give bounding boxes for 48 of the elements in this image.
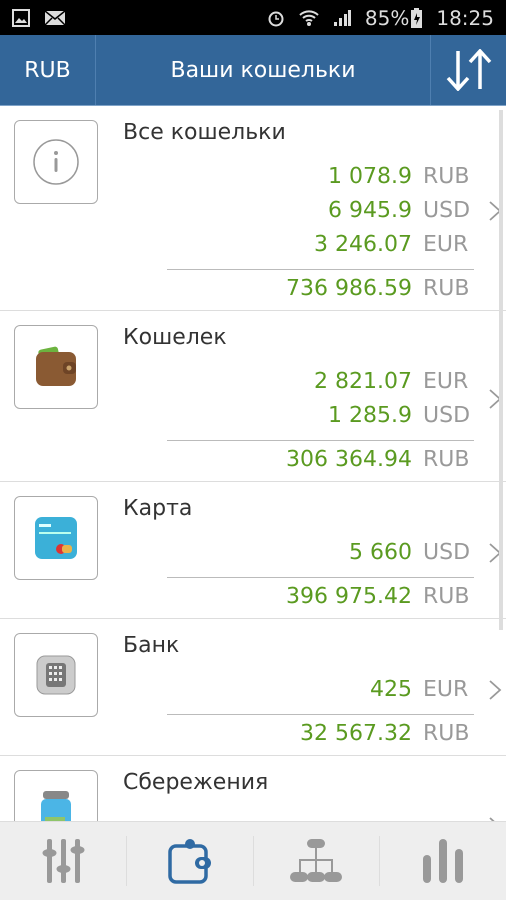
chevron-right-icon [488,679,502,701]
bar-chart-icon [421,839,466,883]
clock: 18:25 [436,6,494,30]
wifi-icon [298,8,319,26]
wallet-name: Карта [123,495,194,523]
total-currency: RUB [423,275,470,303]
amount-value: 425 [370,676,412,704]
amount-currency: USD [423,402,472,430]
bank-card-icon [34,516,78,560]
battery-icon [411,8,422,28]
total-value: 306 364.94 [286,446,412,474]
amount-currency: USD [423,197,472,225]
screen-title: Ваши кошельки [169,56,357,84]
battery-percent: 85% [364,6,410,30]
amount-value: 5 660 [349,539,412,567]
alarm-icon [266,8,285,26]
amount-value: 2 821.07 [314,368,412,396]
total-currency: RUB [423,446,470,474]
amount-currency: EUR [423,231,470,259]
amount-value: 3 246.07 [314,231,412,259]
amount-currency: EUR [423,368,470,396]
total-currency: RUB [423,720,470,748]
wallet-name: Сбережения [123,769,270,797]
total-value: 736 986.59 [286,275,412,303]
sort-arrows-icon [446,49,492,91]
total-value: 396 975.42 [286,583,412,611]
signal-icon [332,8,351,26]
info-icon [33,139,79,185]
hierarchy-icon [290,839,342,883]
wallet-row[interactable]: Банк 425 EUR 32 567.32 RUB [0,619,506,756]
mail-icon [44,10,66,26]
amount-value: 1 078.9 [328,163,412,191]
chevron-right-icon [488,200,502,222]
currency-button[interactable]: RUB [0,35,96,105]
total-currency: RUB [423,583,470,611]
image-icon [12,8,30,26]
amount-value: 1 285.9 [328,402,412,430]
amount-value: 6 945.9 [328,197,412,225]
wallet-name: Все кошельки [123,119,287,147]
wallet-name: Банк [123,632,180,660]
amount-currency: EUR [423,676,470,704]
wallet-name: Кошелек [123,324,228,352]
total-value: 32 567.32 [300,720,412,748]
chevron-right-icon [488,542,502,564]
chevron-right-icon [488,388,502,410]
amount-currency: USD [423,539,472,567]
wallet-icon [166,838,213,884]
amount-currency: RUB [423,163,470,191]
